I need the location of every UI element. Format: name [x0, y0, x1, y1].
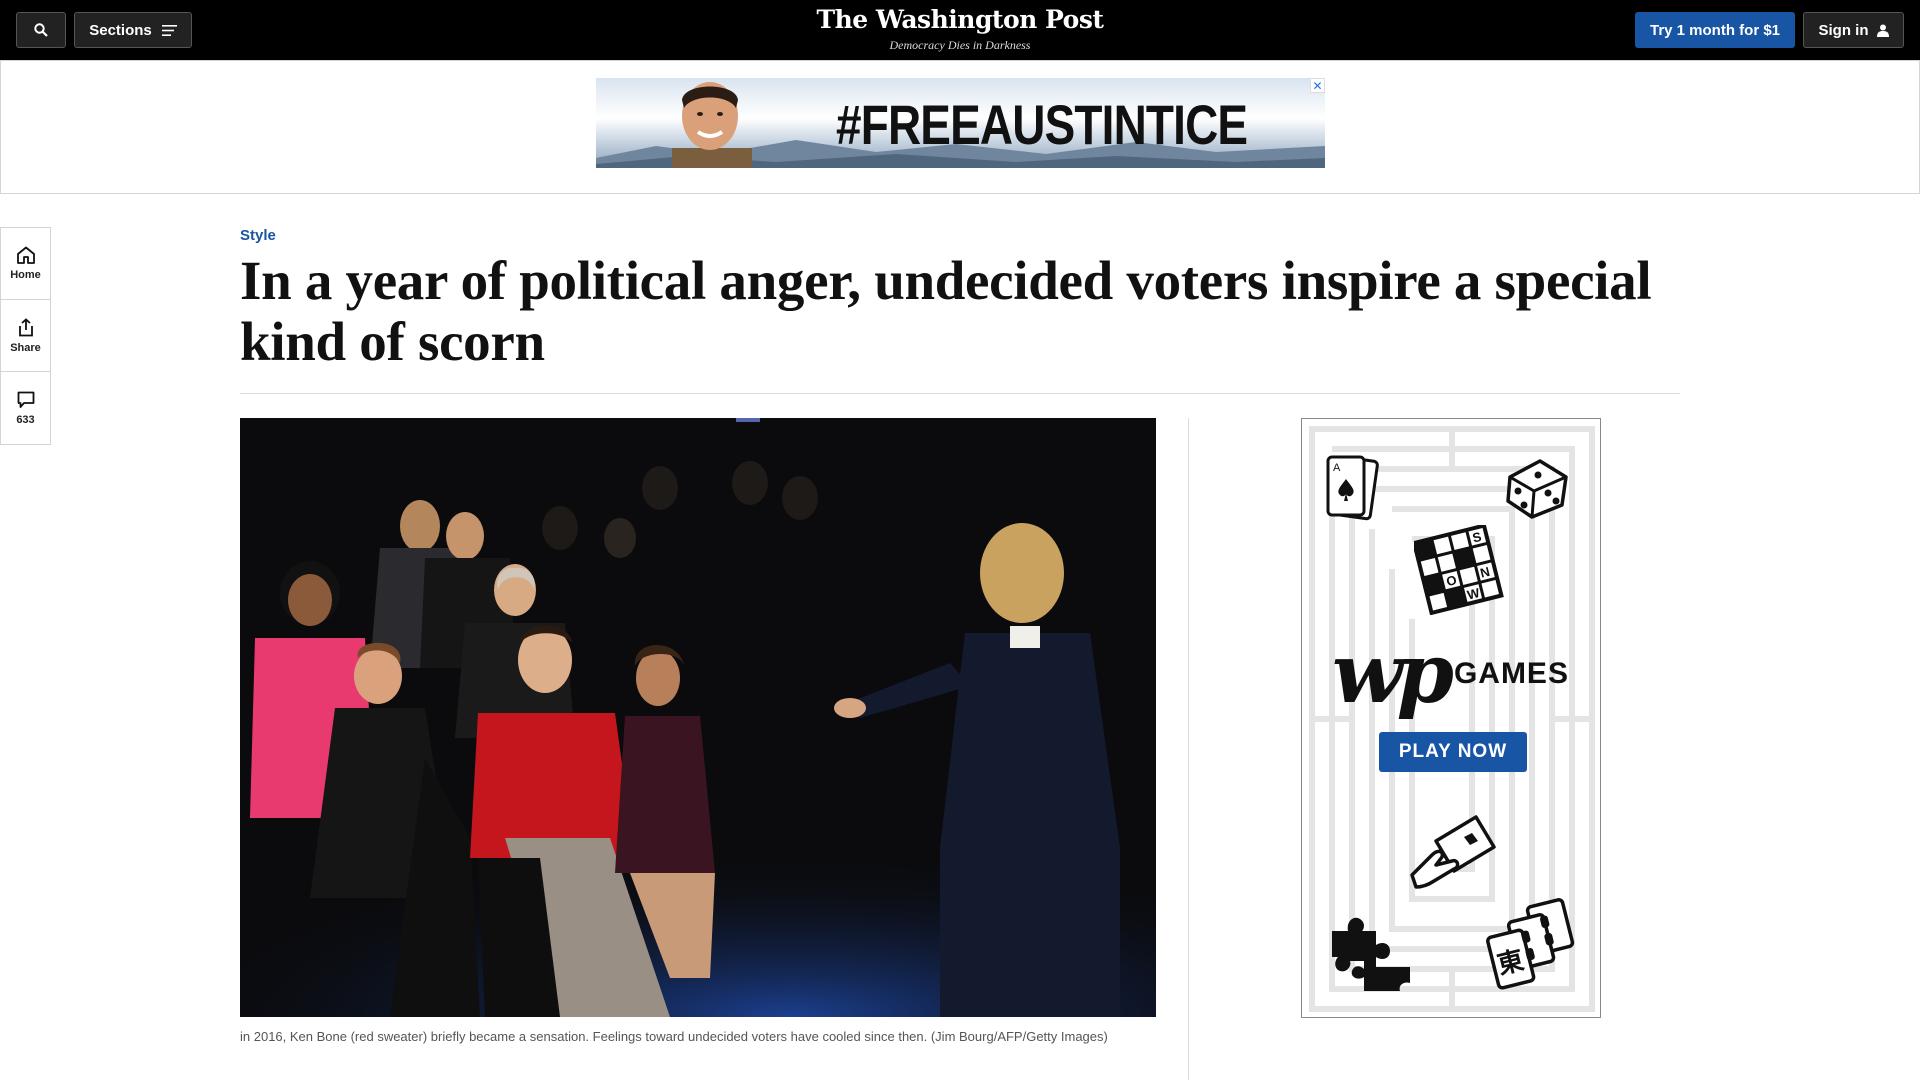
- search-icon: [34, 23, 48, 37]
- wp-monogram: wp: [1332, 626, 1454, 722]
- advertisement-banner[interactable]: #FREEAUSTINTICE ✕: [596, 78, 1325, 168]
- top-ad-region: #FREEAUSTINTICE ✕: [0, 60, 1920, 194]
- masthead-logo: The Washington Post: [816, 5, 1104, 34]
- washington-post-logo[interactable]: The Washington Post Democracy Dies in Da…: [760, 6, 1160, 53]
- mahjong-tiles-icon: 東: [1486, 898, 1575, 990]
- dice-icon: [1506, 459, 1568, 519]
- subscribe-trial-button[interactable]: Try 1 month for $1: [1635, 12, 1795, 48]
- masthead-tagline: Democracy Dies in Darkness: [889, 38, 1031, 52]
- svg-text:A: A: [1333, 462, 1341, 474]
- portrait-photo: [672, 82, 752, 168]
- debate-audience-image: [240, 418, 1156, 1017]
- comment-icon: [17, 391, 34, 408]
- sign-in-label: Sign in: [1818, 21, 1869, 39]
- playing-card-icon: A: [1326, 455, 1379, 521]
- ad-close-icon[interactable]: ✕: [1310, 78, 1325, 93]
- hand-card-icon: [1410, 815, 1496, 889]
- rail-comments-button[interactable]: 633: [1, 372, 50, 444]
- hamburger-menu-icon: [161, 24, 177, 36]
- rail-share-label: Share: [10, 341, 41, 354]
- top-navigation-bar: Sections The Washington Post Democracy D…: [0, 0, 1920, 60]
- wp-games-advertisement[interactable]: A S O N W wp GAMES PLAY NOW 東: [1301, 418, 1601, 1018]
- rail-home-button[interactable]: Home: [1, 228, 50, 300]
- column-divider: [1188, 418, 1189, 1080]
- rail-share-button[interactable]: Share: [1, 300, 50, 372]
- play-now-button[interactable]: PLAY NOW: [1379, 732, 1527, 772]
- sections-label: Sections: [89, 21, 152, 39]
- share-icon: [18, 317, 33, 336]
- puzzle-piece-icon: [1332, 917, 1410, 991]
- home-icon: [16, 246, 35, 264]
- wp-games-logo: wp GAMES: [1332, 619, 1572, 729]
- games-wordmark: GAMES: [1453, 657, 1569, 690]
- ad-hashtag-text: #FREEAUSTINTICE: [836, 93, 1248, 156]
- article-headline: In a year of political anger, undecided …: [240, 250, 1652, 372]
- headline-divider: [240, 393, 1680, 394]
- left-action-rail: Home Share 633: [0, 227, 51, 445]
- lead-photo[interactable]: [240, 418, 1156, 1017]
- user-icon: [1876, 24, 1889, 37]
- sign-in-button[interactable]: Sign in: [1803, 12, 1904, 48]
- photo-caption: in 2016, Ken Bone (red sweater) briefly …: [240, 1029, 1108, 1044]
- sections-menu-button[interactable]: Sections: [74, 12, 192, 48]
- rail-home-label: Home: [10, 269, 41, 281]
- search-button[interactable]: [16, 12, 66, 48]
- section-kicker-link[interactable]: Style: [240, 227, 276, 244]
- comments-count: 633: [16, 413, 35, 426]
- crossword-icon: S O N W: [1414, 525, 1504, 615]
